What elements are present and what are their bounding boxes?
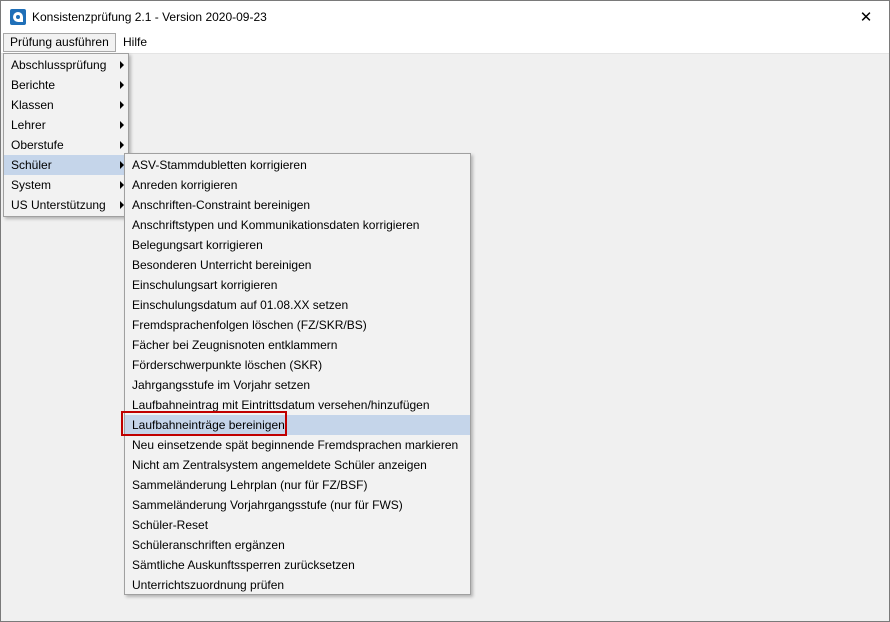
menu-item-berichte[interactable]: Berichte	[4, 75, 128, 95]
close-button[interactable]: ✕	[843, 1, 889, 32]
dropdown-pruefung-ausfuehren: Abschlussprüfung Berichte Klassen Lehrer…	[3, 53, 129, 217]
menu-item-einschulungsart[interactable]: Einschulungsart korrigieren	[125, 275, 470, 295]
menu-item-fremdsprachenfolgen[interactable]: Fremdsprachenfolgen löschen (FZ/SKR/BS)	[125, 315, 470, 335]
app-window: Konsistenzprüfung 2.1 - Version 2020-09-…	[0, 0, 890, 622]
menu-item-sammelaenderung-vorjahrgangsstufe[interactable]: Sammeländerung Vorjahrgangsstufe (nur fü…	[125, 495, 470, 515]
menu-item-label: Abschlussprüfung	[11, 58, 107, 72]
menu-pruefung-ausfuehren[interactable]: Prüfung ausführen	[3, 33, 116, 52]
window-title: Konsistenzprüfung 2.1 - Version 2020-09-…	[32, 10, 267, 24]
menu-item-einschulungsdatum[interactable]: Einschulungsdatum auf 01.08.XX setzen	[125, 295, 470, 315]
menu-item-label: Berichte	[11, 78, 56, 92]
menu-item-laufbahneintrag-eintrittsdatum[interactable]: Laufbahneintrag mit Eintrittsdatum verse…	[125, 395, 470, 415]
menu-item-label: US Unterstützung	[11, 198, 106, 212]
menu-item-asv-stammdubletten[interactable]: ASV-Stammdubletten korrigieren	[125, 155, 470, 175]
menu-item-abschlusspruefung[interactable]: Abschlussprüfung	[4, 55, 128, 75]
menu-item-sammelaenderung-lehrplan[interactable]: Sammeländerung Lehrplan (nur für FZ/BSF)	[125, 475, 470, 495]
menu-item-oberstufe[interactable]: Oberstufe	[4, 135, 128, 155]
menu-item-system[interactable]: System	[4, 175, 128, 195]
menu-item-jahrgangsstufe-vorjahr[interactable]: Jahrgangsstufe im Vorjahr setzen	[125, 375, 470, 395]
menu-item-nicht-angemeldete-schueler[interactable]: Nicht am Zentralsystem angemeldete Schül…	[125, 455, 470, 475]
menu-hilfe[interactable]: Hilfe	[117, 33, 153, 52]
menu-item-label: System	[11, 178, 52, 192]
title-bar: Konsistenzprüfung 2.1 - Version 2020-09-…	[1, 1, 889, 32]
menu-item-anschriftstypen[interactable]: Anschriftstypen und Kommunikationsdaten …	[125, 215, 470, 235]
close-icon: ✕	[859, 8, 873, 26]
menu-item-schueleranschriften-ergaenzen[interactable]: Schüleranschriften ergänzen	[125, 535, 470, 555]
menu-item-belegungsart[interactable]: Belegungsart korrigieren	[125, 235, 470, 255]
menu-item-schueler-reset[interactable]: Schüler-Reset	[125, 515, 470, 535]
menu-item-label: Schüler	[11, 158, 52, 172]
menu-item-unterrichtszuordnung-pruefen[interactable]: Unterrichtszuordnung prüfen	[125, 575, 470, 595]
app-logo-icon	[10, 9, 26, 25]
submenu-schueler: ASV-Stammdubletten korrigieren Anreden k…	[124, 153, 471, 595]
menu-item-us-unterstuetzung[interactable]: US Unterstützung	[4, 195, 128, 215]
menu-item-klassen[interactable]: Klassen	[4, 95, 128, 115]
menu-item-auskunftssperren-zuruecksetzen[interactable]: Sämtliche Auskunftssperren zurücksetzen	[125, 555, 470, 575]
menu-bar: Prüfung ausführen Hilfe	[1, 32, 889, 54]
menu-item-besonderer-unterricht[interactable]: Besonderen Unterricht bereinigen	[125, 255, 470, 275]
menu-item-spaet-beginnende-fremdsprachen[interactable]: Neu einsetzende spät beginnende Fremdspr…	[125, 435, 470, 455]
menu-item-label: Klassen	[11, 98, 54, 112]
menu-item-schueler[interactable]: Schüler	[4, 155, 128, 175]
menu-item-foerderschwerpunkte[interactable]: Förderschwerpunkte löschen (SKR)	[125, 355, 470, 375]
submenu-arrow-icon	[120, 81, 124, 89]
menu-item-faecher-entklammern[interactable]: Fächer bei Zeugnisnoten entklammern	[125, 335, 470, 355]
submenu-arrow-icon	[120, 121, 124, 129]
submenu-arrow-icon	[120, 141, 124, 149]
submenu-arrow-icon	[120, 101, 124, 109]
menu-item-anschriften-constraint[interactable]: Anschriften-Constraint bereinigen	[125, 195, 470, 215]
menu-item-label: Lehrer	[11, 118, 46, 132]
menu-item-anreden[interactable]: Anreden korrigieren	[125, 175, 470, 195]
menu-item-label: Oberstufe	[11, 138, 64, 152]
menu-item-lehrer[interactable]: Lehrer	[4, 115, 128, 135]
submenu-arrow-icon	[120, 61, 124, 69]
menu-item-laufbahneintraege-bereinigen[interactable]: Laufbahneinträge bereinigen	[125, 415, 470, 435]
